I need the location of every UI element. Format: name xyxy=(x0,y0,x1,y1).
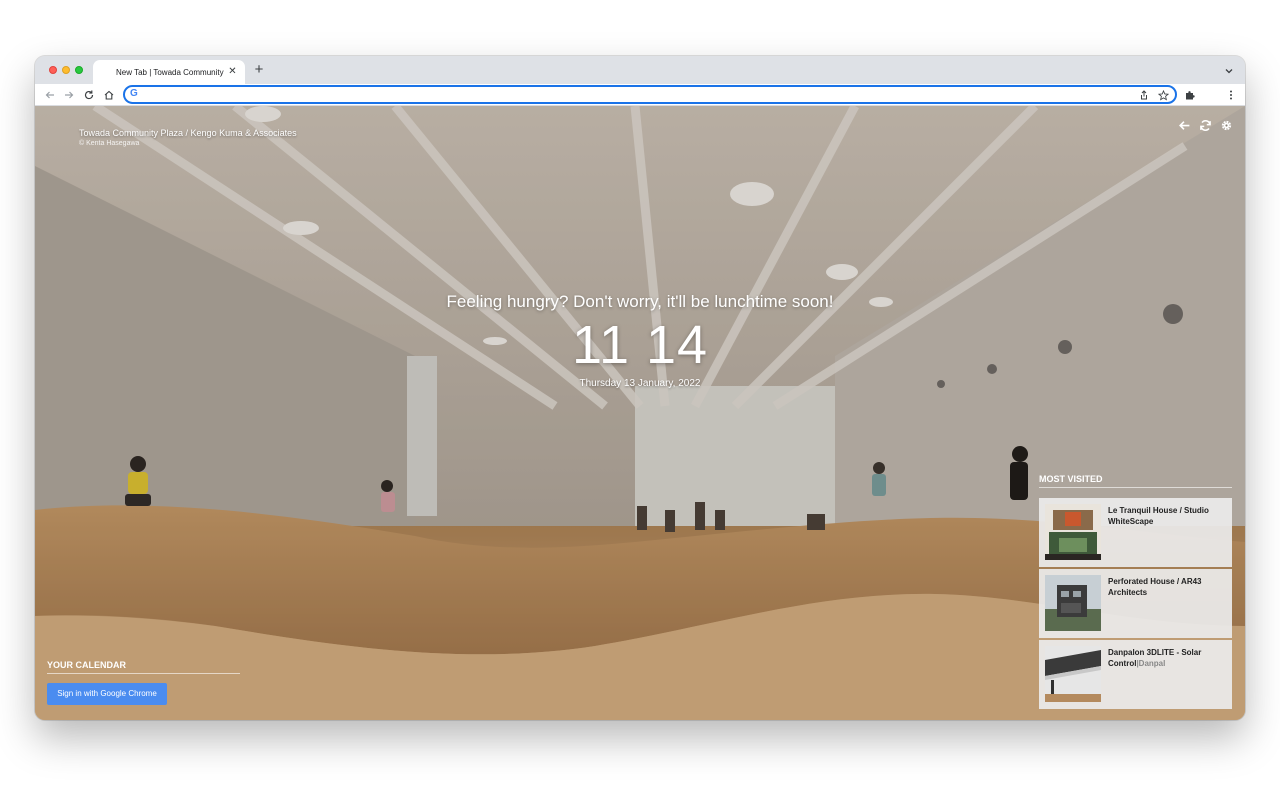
most-visited-item[interactable]: Le Tranquil House / Studio WhiteScape xyxy=(1039,498,1232,567)
star-icon[interactable] xyxy=(1156,88,1170,102)
most-visited-heading: MOST VISITED xyxy=(1039,474,1232,488)
most-visited-item[interactable]: Perforated House / AR43 Architects xyxy=(1039,569,1232,638)
date-text: Thursday 13 January, 2022 xyxy=(35,378,1245,389)
calendar-heading: YOUR CALENDAR xyxy=(47,660,240,674)
close-window-button[interactable] xyxy=(49,66,57,74)
home-icon[interactable] xyxy=(101,87,117,103)
tab-close-icon[interactable]: ✕ xyxy=(226,65,239,78)
sign-in-button[interactable]: Sign in with Google Chrome xyxy=(47,683,167,705)
new-tab-page: Towada Community Plaza / Kengo Kuma & As… xyxy=(35,106,1245,720)
greeting-text: Feeling hungry? Don't worry, it'll be lu… xyxy=(35,292,1245,312)
tab-active[interactable]: New Tab | Towada Community Plaza ✕ xyxy=(93,60,245,84)
minimize-window-button[interactable] xyxy=(62,66,70,74)
clock: 11 14 xyxy=(35,314,1245,376)
tab-title: New Tab | Towada Community Plaza xyxy=(116,68,224,77)
toolbar: G xyxy=(35,84,1245,106)
share-icon[interactable] xyxy=(1137,88,1151,102)
arrow-right-icon[interactable] xyxy=(61,87,77,103)
thumbnail-image xyxy=(1045,646,1101,702)
address-input[interactable] xyxy=(145,87,1105,102)
chevron-down-icon[interactable] xyxy=(1223,64,1235,76)
puzzle-icon[interactable] xyxy=(1182,87,1198,103)
photo-credit: © Kenta Hasegawa xyxy=(79,140,139,147)
thumbnail-image xyxy=(1045,504,1101,560)
page-controls xyxy=(1177,118,1233,132)
new-tab-button[interactable]: + xyxy=(251,62,267,78)
refresh-icon[interactable] xyxy=(1198,118,1212,132)
arrow-left-icon[interactable] xyxy=(1177,118,1191,132)
zoom-window-button[interactable] xyxy=(75,66,83,74)
most-visited-label: Danpalon 3DLITE - Solar Control|Danpal xyxy=(1108,647,1226,669)
kebab-menu-icon[interactable] xyxy=(1223,87,1239,103)
browser-window: New Tab | Towada Community Plaza ✕ + G xyxy=(35,56,1245,720)
most-visited-item[interactable]: Danpalon 3DLITE - Solar Control|Danpal xyxy=(1039,640,1232,709)
gear-icon[interactable] xyxy=(1219,118,1233,132)
tab-strip: New Tab | Towada Community Plaza ✕ + xyxy=(35,56,1245,84)
thumbnail-image xyxy=(1045,575,1101,631)
photo-title[interactable]: Towada Community Plaza / Kengo Kuma & As… xyxy=(79,128,297,138)
most-visited-label: Perforated House / AR43 Architects xyxy=(1108,576,1226,598)
most-visited-list: Le Tranquil House / Studio WhiteScape Pe… xyxy=(1039,498,1232,711)
most-visited-label: Le Tranquil House / Studio WhiteScape xyxy=(1108,505,1226,527)
google-icon: G xyxy=(130,88,138,99)
reload-icon[interactable] xyxy=(81,87,97,103)
address-bar[interactable]: G xyxy=(123,85,1177,104)
arrow-left-icon[interactable] xyxy=(42,87,58,103)
